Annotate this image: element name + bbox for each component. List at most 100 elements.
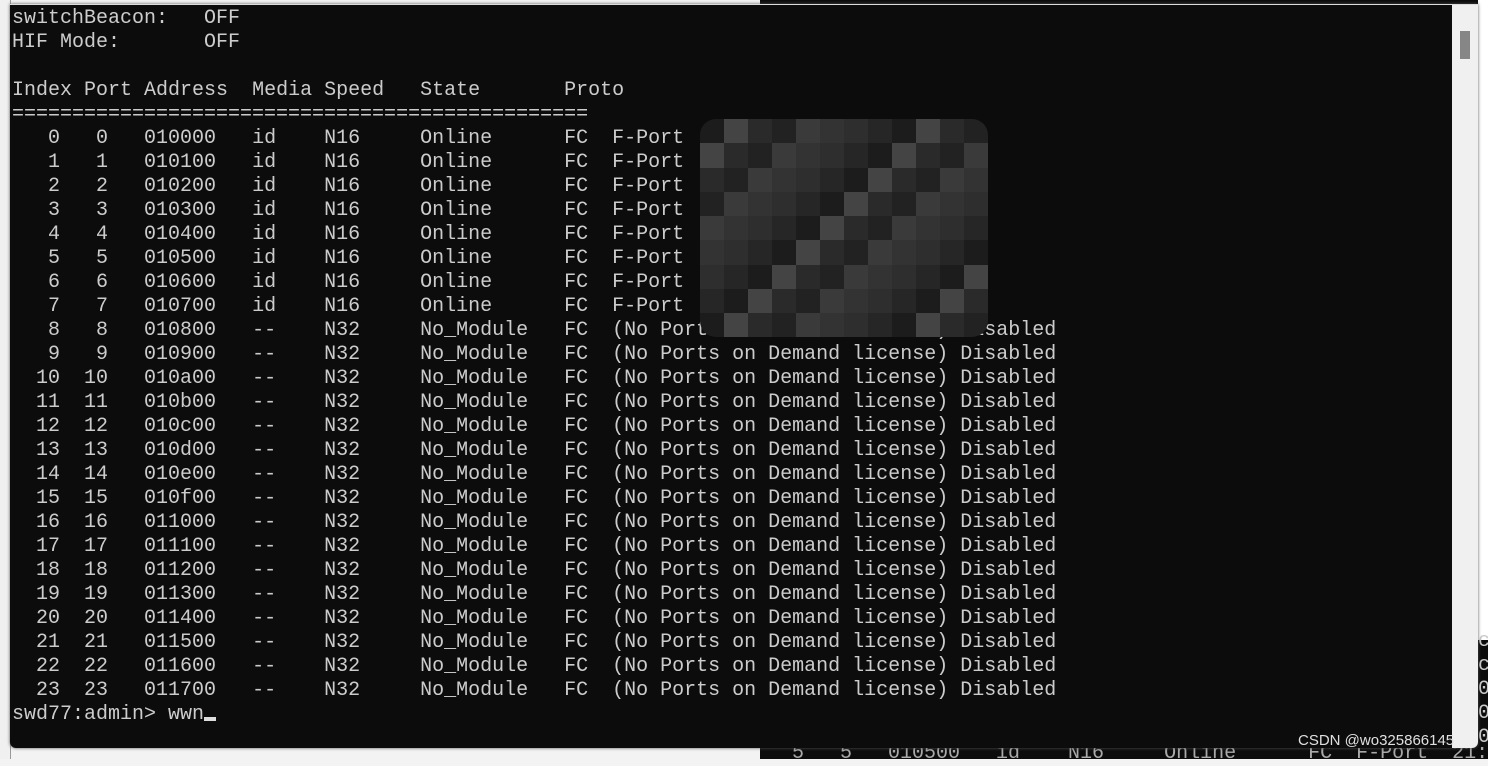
cell-state: Online: [420, 127, 565, 150]
cell-media: --: [252, 535, 325, 558]
cell-index: 16: [12, 511, 61, 534]
cell-media: id: [252, 223, 325, 246]
cell-state: No_Module: [420, 559, 565, 582]
cell-proto: FC: [564, 127, 613, 150]
cell-port: 21: [60, 631, 109, 654]
mosaic-tile: [868, 143, 892, 168]
cell-port: 8: [60, 319, 109, 342]
mosaic-tile: [724, 143, 748, 168]
scrollbar[interactable]: [1452, 5, 1478, 748]
mosaic-tile: [916, 240, 940, 265]
mosaic-tile: [748, 313, 772, 337]
cell-port: 0: [60, 127, 109, 150]
cell-index: 21: [12, 631, 61, 654]
mosaic-tile: [820, 119, 844, 144]
mosaic-tile: [844, 167, 868, 192]
cell-media: --: [252, 679, 325, 702]
mosaic-tile: [796, 264, 820, 290]
cell-speed: N32: [324, 679, 421, 702]
cell-speed: N16: [324, 199, 421, 222]
cell-media: --: [252, 583, 325, 606]
cell-port: 13: [60, 439, 109, 462]
redacted-wwn-mosaic: [700, 119, 988, 337]
mosaic-tile: [772, 167, 796, 192]
cell-index: 18: [12, 559, 61, 582]
cell-port: 9: [60, 343, 109, 366]
mosaic-tile: [844, 289, 868, 314]
cell-proto: FC: [564, 319, 613, 342]
cell-media: id: [252, 175, 325, 198]
cell-port: 15: [60, 487, 109, 510]
cell-state: Online: [420, 223, 565, 246]
cell-port: 22: [60, 655, 109, 678]
mosaic-tile: [724, 264, 748, 290]
mosaic-tile: [868, 240, 892, 265]
cell-speed: N32: [324, 511, 421, 534]
table-row: 12 12 010c00 -- N32 No_Module FC (No Por…: [12, 415, 1056, 439]
cell-address: 011400: [108, 607, 253, 630]
cell-media: --: [252, 655, 325, 678]
cell-index: 9: [12, 343, 61, 366]
mosaic-tile: [844, 191, 868, 217]
mosaic-tile: [940, 119, 964, 144]
text-cursor: [204, 717, 217, 721]
mosaic-tile: [844, 264, 868, 290]
cell-media: id: [252, 199, 325, 222]
cell-port: 4: [60, 223, 109, 246]
cell-media: --: [252, 559, 325, 582]
cell-state: No_Module: [420, 367, 565, 390]
cell-media: --: [252, 415, 325, 438]
cell-info: F-Port: [612, 295, 685, 318]
status-line: HIF Mode: OFF: [12, 31, 1056, 55]
cell-address: 010300: [108, 199, 253, 222]
status-value: OFF: [204, 7, 241, 30]
cell-state: Online: [420, 271, 565, 294]
cell-media: --: [252, 343, 325, 366]
cell-index: 12: [12, 415, 61, 438]
table-row: 15 15 010f00 -- N32 No_Module FC (No Por…: [12, 487, 1056, 511]
cell-speed: N16: [324, 223, 421, 246]
mosaic-tile: [964, 191, 988, 217]
mosaic-tile: [868, 313, 892, 337]
mosaic-tile: [772, 313, 796, 337]
mosaic-tile: [892, 264, 916, 290]
cell-proto: FC: [564, 391, 613, 414]
mosaic-tile: [796, 289, 820, 314]
cell-address: 010700: [108, 295, 253, 318]
cell-speed: N16: [324, 271, 421, 294]
cell-proto: FC: [564, 175, 613, 198]
cell-speed: N32: [324, 487, 421, 510]
cell-info: (No Ports on Demand license) Disabled: [612, 559, 1057, 582]
mosaic-tile: [772, 240, 796, 265]
mosaic-tile: [844, 143, 868, 168]
terminal-window[interactable]: switchBeacon: OFF HIF Mode: OFF Index Port…: [10, 4, 1478, 748]
cell-speed: N16: [324, 127, 421, 150]
table-row: 13 13 010d00 -- N32 No_Module FC (No Por…: [12, 439, 1056, 463]
mosaic-tile: [964, 264, 988, 290]
cell-speed: N32: [324, 439, 421, 462]
cell-port: 23: [60, 679, 109, 702]
mosaic-tile: [940, 216, 964, 241]
cell-media: id: [252, 127, 325, 150]
cell-port: 10: [60, 367, 109, 390]
cell-proto: FC: [564, 367, 613, 390]
scrollbar-thumb[interactable]: [1460, 31, 1470, 59]
mosaic-tile: [796, 191, 820, 217]
mosaic-tile: [700, 191, 724, 217]
cell-info: (No Ports on Demand license) Disabled: [612, 679, 1057, 702]
cell-address: 010500: [108, 247, 253, 270]
cell-index: 23: [12, 679, 61, 702]
mosaic-tile: [796, 313, 820, 337]
cell-speed: N16: [324, 151, 421, 174]
cell-proto: FC: [564, 271, 613, 294]
mosaic-tile: [820, 216, 844, 241]
cell-info: (No Ports on Demand license) Disabled: [612, 583, 1057, 606]
mosaic-tile: [964, 240, 988, 265]
command-input[interactable]: wwn: [168, 703, 204, 726]
cell-state: No_Module: [420, 343, 565, 366]
cell-state: No_Module: [420, 463, 565, 486]
mosaic-tile: [748, 289, 772, 314]
mosaic-tile: [772, 119, 796, 144]
cell-info: F-Port: [612, 127, 685, 150]
